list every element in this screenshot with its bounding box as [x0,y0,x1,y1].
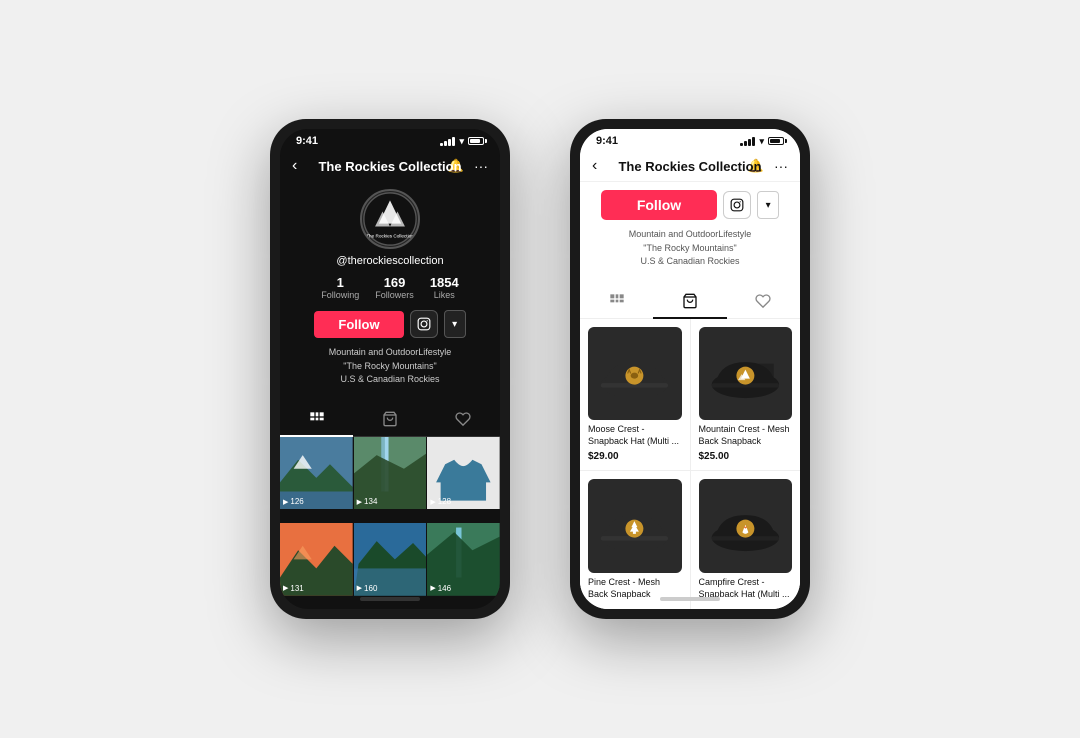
product-card-2[interactable]: Mountain Crest - MeshBack Snapback $25.0… [691,319,801,471]
nav-bar-2: ‹ The Rockies Collection 🔔 ··· [580,151,800,182]
avatar-1: The Rockies Collection [360,189,420,249]
tab-shop-2[interactable] [653,285,726,319]
page-title-2: The Rockies Collection [618,159,761,174]
product-name-2: Mountain Crest - MeshBack Snapback [699,424,793,447]
nav-bar-1: ‹ The Rockies Collection 🔔 ··· [280,151,500,181]
page-title-1: The Rockies Collection [318,159,461,174]
video-thumb-3[interactable]: ▶128 [427,437,500,510]
battery-2 [768,137,784,145]
view-count-5: ▶160 [357,584,378,593]
status-icons-1: ▾ [440,136,484,147]
product-image-1 [588,327,682,421]
follow-button-1[interactable]: Follow [314,311,403,338]
scene: 9:41 ▾ ‹ The Rockies Coll [0,0,1080,738]
view-count-2: ▶134 [357,497,378,506]
more-icon-1[interactable]: ··· [474,158,488,174]
more-icon-2[interactable]: ··· [774,158,788,174]
battery-1 [468,137,484,145]
time-2: 9:41 [596,135,618,147]
view-count-6: ▶146 [430,584,451,593]
view-count-1: ▶126 [283,497,304,506]
video-thumb-4[interactable]: ▶131 [280,523,353,596]
signal-1 [440,137,455,146]
product-grid-2: Moose Crest -Snapback Hat (Multi ... $29… [580,319,800,610]
follow-button-2[interactable]: Follow [601,190,717,220]
product-name-1: Moose Crest -Snapback Hat (Multi ... [588,424,682,447]
svg-text:The Rockies Collection: The Rockies Collection [366,234,414,239]
bio-1: Mountain and OutdoorLifestyle"The Rocky … [329,346,452,387]
signal-2 [740,137,755,146]
profile-section-2: Follow ▾ Mountain and OutdoorLifestyle"T… [580,182,800,285]
tab-videos-2[interactable] [580,285,653,318]
status-icons-2: ▾ [740,136,784,147]
product-card-1[interactable]: Moose Crest -Snapback Hat (Multi ... $29… [580,319,690,471]
wifi-icon-2: ▾ [759,136,764,147]
tabs-1 [280,403,500,437]
dropdown-button-2[interactable]: ▾ [757,191,779,219]
product-image-4 [699,479,793,573]
video-thumb-5[interactable]: ▶160 [354,523,427,596]
video-grid-1: ▶126 ▶134 [280,437,500,610]
product-card-4[interactable]: Campfire Crest -Snapback Hat (Multi ... [691,471,801,609]
product-price-1: $29.00 [588,451,682,462]
video-thumb-1[interactable]: ▶126 [280,437,353,510]
view-count-3: ▶128 [430,497,451,506]
instagram-button-2[interactable] [723,191,751,219]
bio-2: Mountain and OutdoorLifestyle"The Rocky … [629,228,752,269]
video-thumb-2[interactable]: ▶134 [354,437,427,510]
phone-1-screen: 9:41 ▾ ‹ The Rockies Coll [280,129,500,609]
follow-row-2: Follow ▾ [601,190,779,220]
phone-2: 9:41 ▾ ‹ The Rockies Coll [570,119,810,619]
home-indicator-1 [360,597,420,601]
username-1: @therockiescollection [336,255,443,267]
tab-videos-1[interactable] [280,403,353,437]
phone-1: 9:41 ▾ ‹ The Rockies Coll [270,119,510,619]
instagram-button-1[interactable] [410,310,438,338]
wifi-icon-1: ▾ [459,136,464,147]
phone-2-screen: 9:41 ▾ ‹ The Rockies Coll [580,129,800,609]
home-indicator-2 [660,597,720,601]
tabs-2 [580,285,800,319]
tab-liked-1[interactable] [427,403,500,436]
status-bar-1: 9:41 ▾ [280,129,500,151]
product-image-2 [699,327,793,421]
tab-liked-2[interactable] [727,285,800,318]
stat-following: 1 Following [321,275,359,300]
follow-row-1: Follow ▾ [314,310,465,338]
profile-section-1: The Rockies Collection @therockiescollec… [280,181,500,403]
status-bar-2: 9:41 ▾ [580,129,800,151]
video-thumb-6[interactable]: ▶146 [427,523,500,596]
product-card-3[interactable]: Pine Crest - MeshBack Snapback [580,471,690,609]
dropdown-button-1[interactable]: ▾ [444,310,466,338]
stats-row-1: 1 Following 169 Followers 1854 Likes [321,275,458,300]
view-count-4: ▶131 [283,584,304,593]
time-1: 9:41 [296,135,318,147]
tab-shop-1[interactable] [353,403,426,436]
back-button-2[interactable]: ‹ [592,157,597,175]
product-image-3 [588,479,682,573]
stat-followers: 169 Followers [375,275,414,300]
product-price-2: $25.00 [699,451,793,462]
stat-likes: 1854 Likes [430,275,459,300]
back-button-1[interactable]: ‹ [292,157,297,175]
